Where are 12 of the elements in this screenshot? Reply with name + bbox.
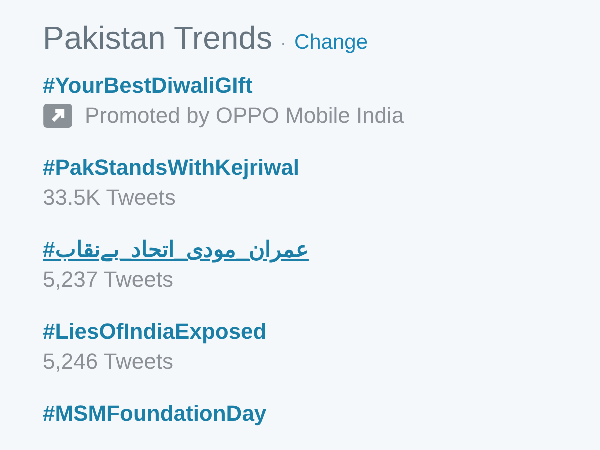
tweet-count: 33.5K Tweets: [43, 184, 176, 212]
trend-hashtag[interactable]: #MSMFoundationDay: [43, 399, 267, 429]
tweet-count: 5,246 Tweets: [43, 348, 174, 376]
trend-hashtag[interactable]: #PakStandsWithKejriwal: [43, 153, 300, 183]
promoted-by-text: Promoted by OPPO Mobile India: [85, 102, 404, 130]
trend-hashtag[interactable]: #YourBestDiwaliGIft: [43, 71, 253, 101]
tweet-count: 5,237 Tweets: [43, 266, 174, 294]
change-link[interactable]: Change: [294, 31, 368, 55]
trend-hashtag[interactable]: #عمران_مودی_اتحاد_بےنقاب: [43, 235, 309, 265]
trends-title: Pakistan Trends: [43, 20, 272, 57]
separator-dot: ·: [280, 33, 286, 54]
trend-hashtag[interactable]: #LiesOfIndiaExposed: [43, 317, 267, 347]
